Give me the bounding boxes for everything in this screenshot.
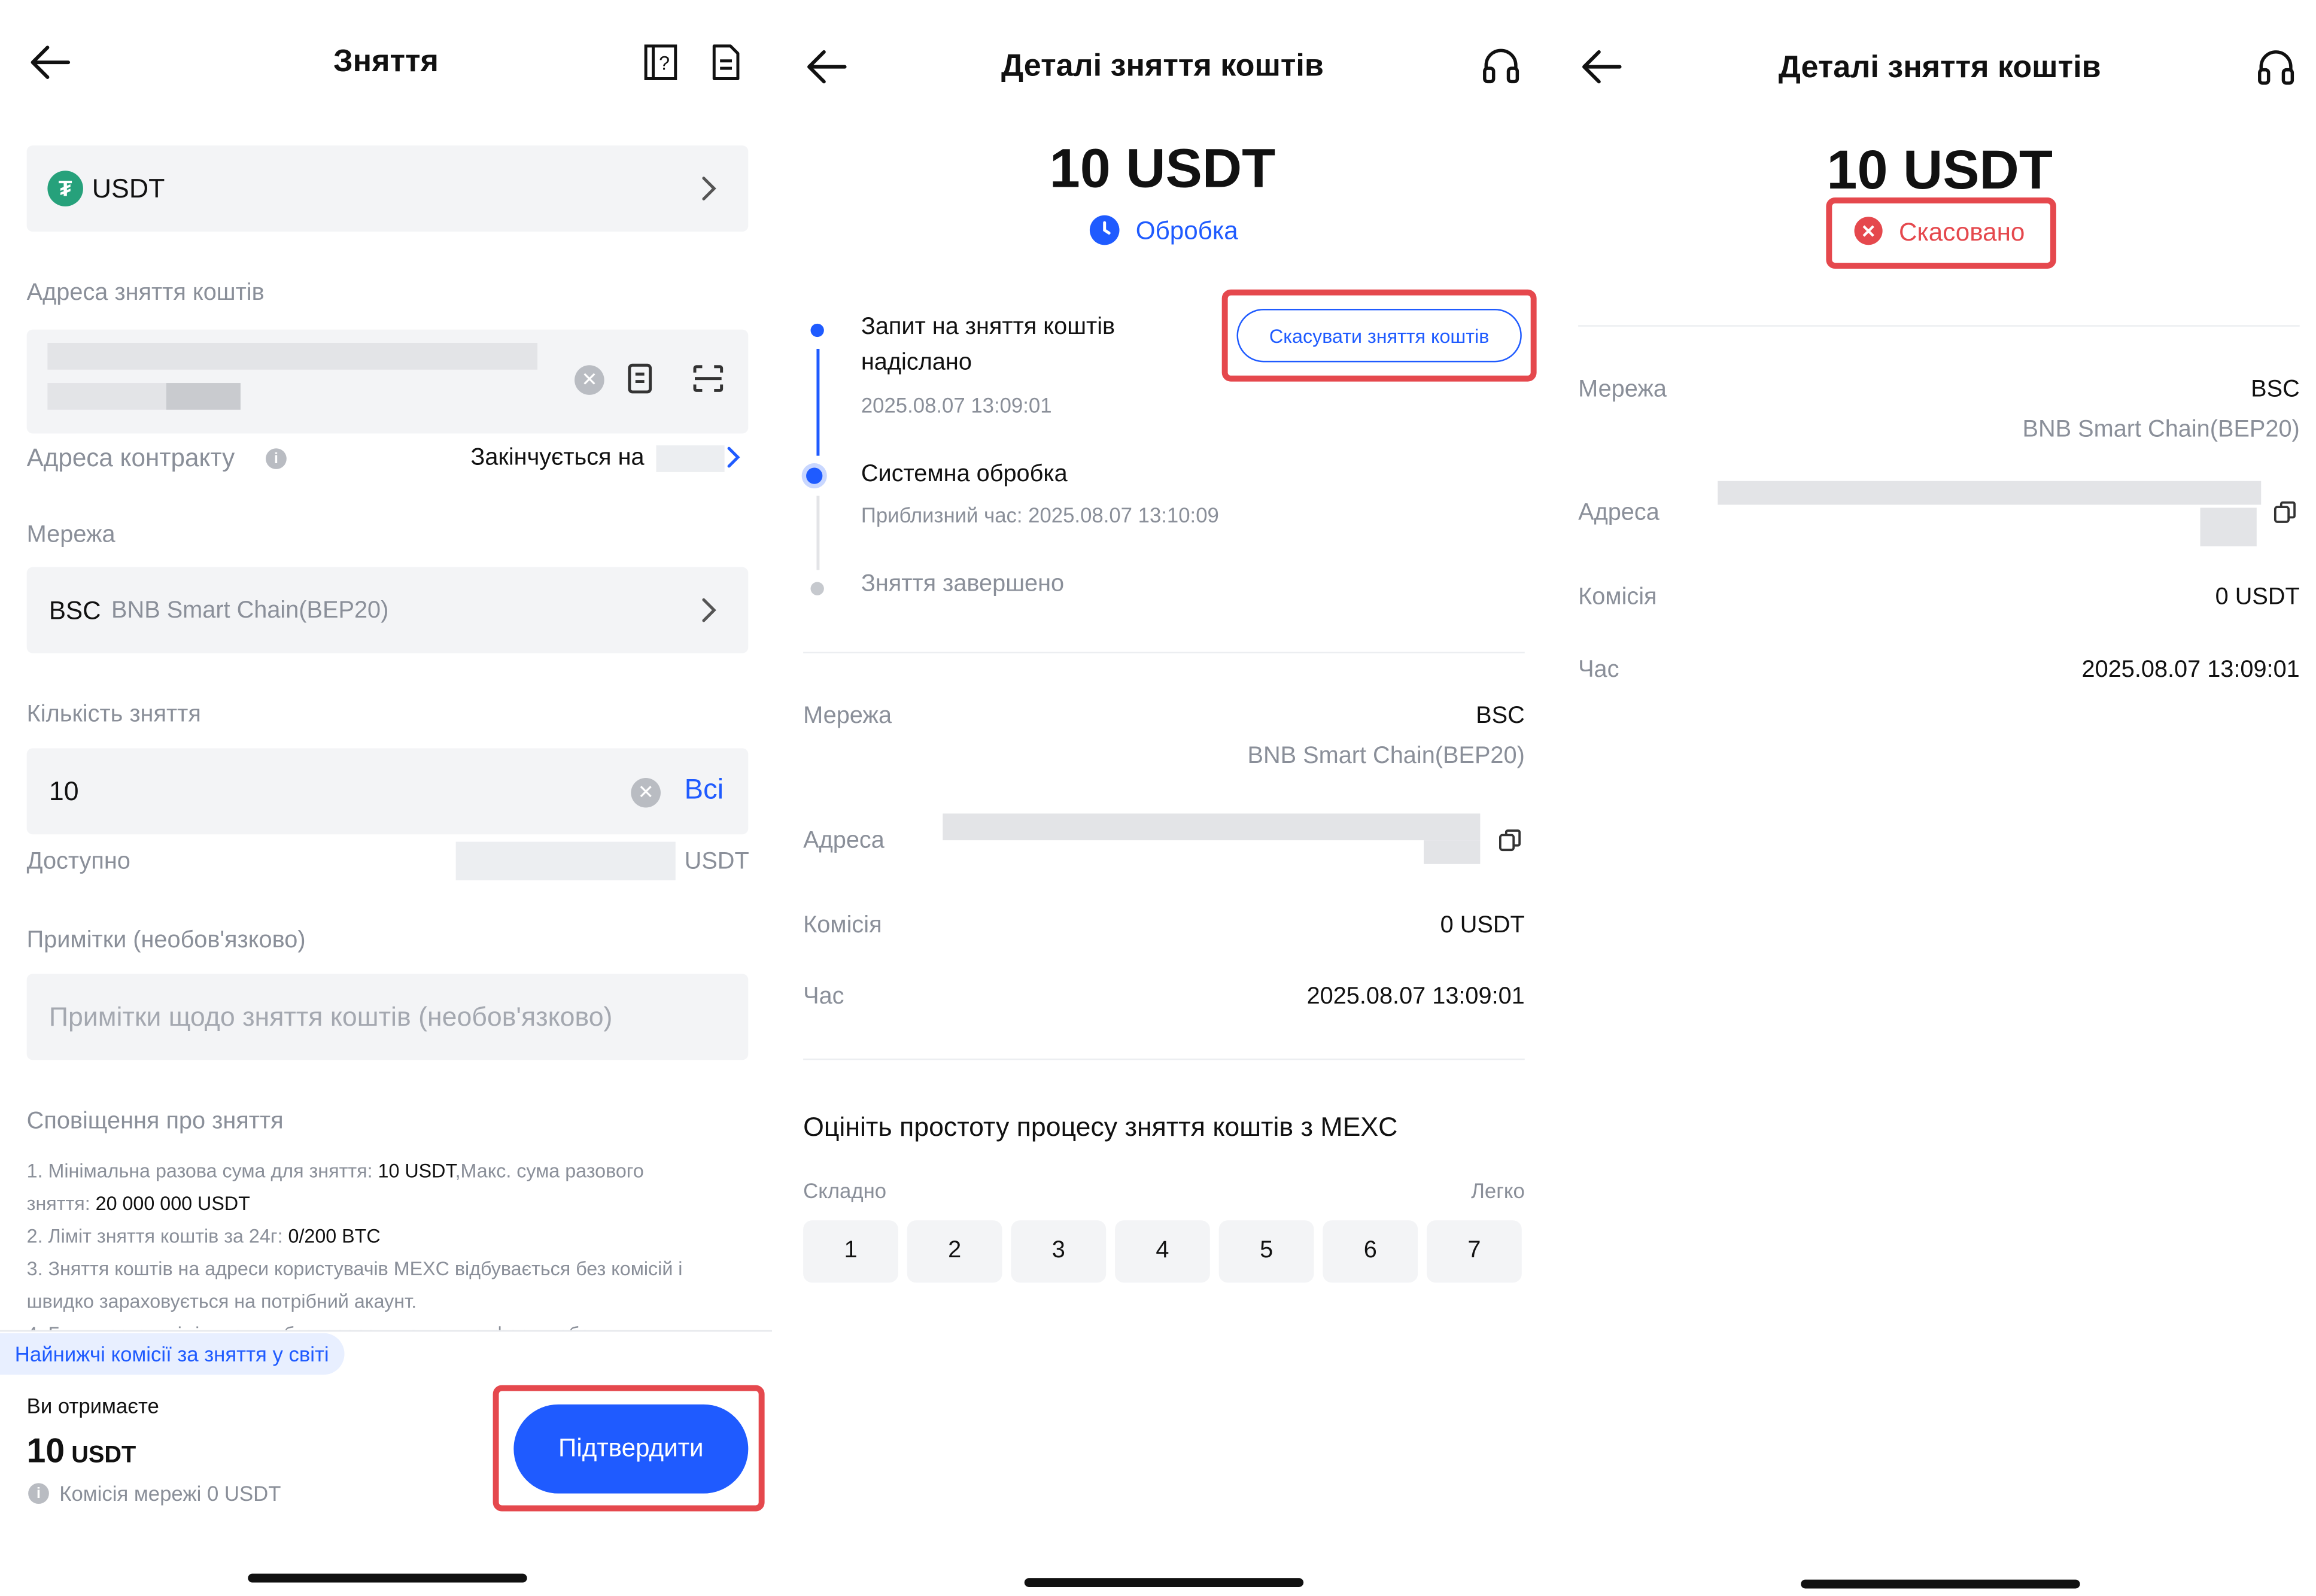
coin-selector[interactable]: ₮ USDT (26, 145, 749, 232)
address-label: Адреса (803, 828, 885, 854)
info-icon[interactable]: i (266, 448, 287, 469)
fee-label: Комісія (803, 913, 882, 938)
step1-time: 2025.08.07 13:09:01 (861, 393, 1052, 418)
network-name: BNB Smart Chain(BEP20) (1247, 743, 1525, 770)
network-name: BNB Smart Chain(BEP20) (2022, 417, 2300, 443)
rating-high-label: Легко (1471, 1178, 1525, 1203)
copy-icon[interactable] (2273, 500, 2297, 531)
timeline-dot (810, 582, 824, 595)
rating-option[interactable]: 2 (907, 1220, 1002, 1283)
status-badge: Скасовано (1898, 218, 2025, 247)
receive-label: Ви отримаєте (26, 1394, 159, 1418)
network-code: BSC (2251, 377, 2300, 403)
clear-icon[interactable]: ✕ (631, 777, 661, 808)
contract-label: Адреса контракту (26, 443, 235, 472)
withdraw-panel: Зняття ? ₮ USDT Адреса зняття коштів ✕ А… (0, 0, 773, 1596)
timeline-line (816, 348, 820, 456)
scan-icon[interactable] (692, 364, 725, 401)
notes-label: Примітки (необов'язково) (26, 928, 306, 953)
notes-placeholder: Примітки щодо зняття коштів (необов'язко… (48, 1002, 613, 1032)
address-label: Адреса (1578, 500, 1660, 526)
timeline-dot (810, 323, 824, 338)
coin-name: USDT (92, 174, 165, 203)
step1-title: Запит на зняття коштів (861, 314, 1116, 341)
rating-option[interactable]: 7 (1427, 1220, 1522, 1283)
amount-label: Кількість зняття (26, 702, 201, 728)
address-input[interactable]: ✕ (26, 329, 749, 434)
chevron-right-blue-icon[interactable] (726, 445, 741, 476)
timeline-dot-active (806, 467, 823, 484)
network-code: BSC (48, 597, 101, 625)
available-unit: USDT (684, 849, 749, 875)
divider (1578, 325, 2300, 327)
rating-option[interactable]: 5 (1218, 1220, 1314, 1283)
copy-icon[interactable] (1498, 828, 1522, 859)
rating-option[interactable]: 4 (1115, 1220, 1210, 1283)
help-book-icon[interactable]: ? (642, 41, 680, 83)
receive-amount: 10 USDT (26, 1431, 136, 1470)
clear-icon[interactable]: ✕ (575, 365, 604, 395)
address-book-icon[interactable] (627, 362, 654, 402)
time-label: Час (1578, 657, 1619, 683)
network-fee-note: Комісія мережі 0 USDT (59, 1481, 281, 1506)
all-button[interactable]: Всі (685, 775, 724, 808)
rating-low-label: Складно (803, 1178, 887, 1203)
time-value: 2025.08.07 13:09:01 (1306, 984, 1525, 1010)
divider (803, 652, 1525, 653)
confirm-button[interactable]: Підтвердити (513, 1404, 749, 1494)
fee-value: 0 USDT (1440, 913, 1525, 938)
network-code: BSC (1476, 703, 1525, 729)
step2-time: Приблизний час: 2025.08.07 13:10:09 (861, 503, 1219, 527)
home-indicator (248, 1573, 527, 1583)
address-label: Адреса зняття коштів (26, 280, 265, 306)
network-name: BNB Smart Chain(BEP20) (111, 598, 389, 624)
time-value: 2025.08.07 13:09:01 (2081, 657, 2300, 683)
page-title: Деталі зняття коштів (1778, 50, 2101, 85)
page-title: Деталі зняття коштів (1001, 48, 1324, 83)
step3-title: Зняття завершено (861, 571, 1065, 597)
rating-option[interactable]: 6 (1323, 1220, 1418, 1283)
records-icon[interactable] (707, 41, 746, 83)
network-label: Мережа (1578, 377, 1667, 403)
step2-title: Системна обробка (861, 461, 1068, 487)
status-badge: Обробка (1135, 217, 1238, 245)
clock-icon (1089, 215, 1120, 245)
divider (803, 1058, 1525, 1060)
rating-title: Оцініть простоту процесу зняття коштів з… (803, 1112, 1398, 1142)
chevron-right-icon (701, 597, 719, 631)
notes-input[interactable]: Примітки щодо зняття коштів (необов'язко… (26, 974, 749, 1060)
home-indicator (1801, 1579, 2080, 1589)
fee-label: Комісія (1578, 585, 1657, 610)
time-label: Час (803, 984, 844, 1010)
network-label: Мережа (26, 522, 116, 548)
fee-value: 0 USDT (2215, 585, 2300, 610)
withdraw-notice: 1. Мінімальна разова сума для зняття: 10… (26, 1159, 683, 1330)
headset-icon[interactable] (2255, 46, 2296, 87)
promo-tag: Найнижчі комісії за зняття у світі (0, 1333, 344, 1375)
timeline-line (816, 495, 820, 570)
rating-option[interactable]: 3 (1011, 1220, 1107, 1283)
rating-option[interactable]: 1 (803, 1220, 898, 1283)
chevron-right-icon (701, 175, 719, 209)
info-icon[interactable]: i (28, 1483, 49, 1504)
headset-icon[interactable] (1480, 44, 1521, 86)
error-icon: ✕ (1854, 217, 1883, 245)
step1-title-cont: надіслано (861, 350, 972, 376)
available-label: Доступно (26, 849, 130, 875)
contract-value: Закінчується на (470, 445, 645, 471)
network-selector[interactable]: BSC BNB Smart Chain(BEP20) (26, 567, 749, 653)
amount-input[interactable]: 10 ✕ Всі (26, 748, 749, 835)
home-indicator (1024, 1578, 1304, 1587)
cancel-withdrawal-button[interactable]: Скасувати зняття коштів (1236, 309, 1522, 363)
withdraw-amount: 10 USDT (1826, 139, 2053, 200)
svg-text:?: ? (659, 53, 670, 74)
amount-value: 10 (48, 776, 79, 807)
cancelled-panel: Деталі зняття коштів 10 USDT ✕ Скасовано… (1551, 0, 2316, 1596)
notice-title: Сповіщення про зняття (26, 1109, 284, 1135)
withdraw-amount: 10 USDT (1049, 138, 1276, 199)
tether-icon: ₮ (47, 171, 83, 206)
details-panel: Деталі зняття коштів 10 USDT Обробка Зап… (776, 0, 1549, 1596)
network-label: Мережа (803, 703, 892, 729)
